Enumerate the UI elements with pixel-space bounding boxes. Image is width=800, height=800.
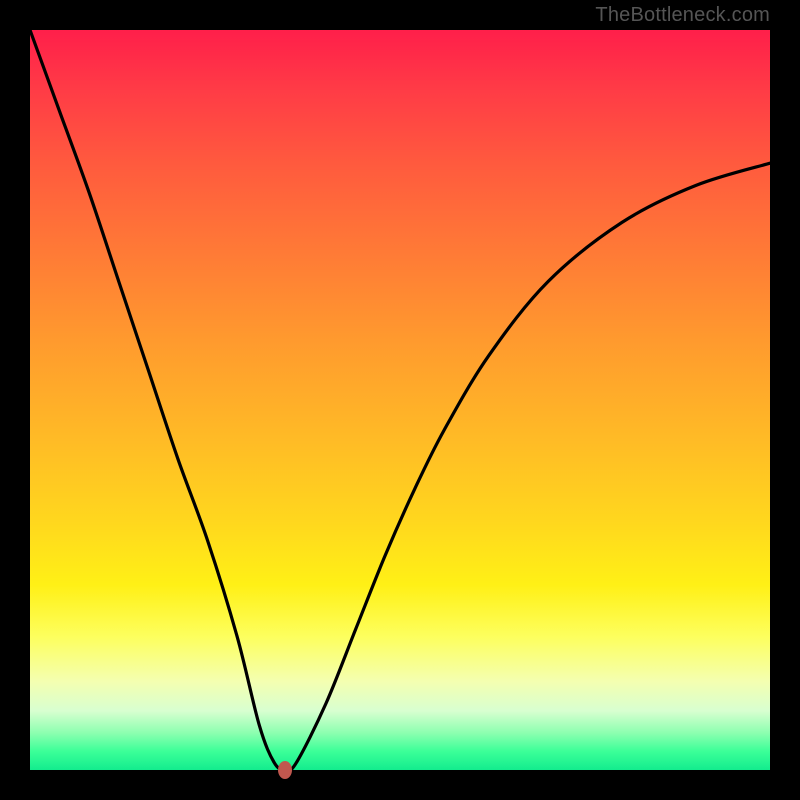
plot-area bbox=[30, 30, 770, 770]
watermark-text: TheBottleneck.com bbox=[595, 4, 770, 27]
heat-gradient-background bbox=[30, 30, 770, 770]
min-point-marker bbox=[278, 761, 292, 779]
